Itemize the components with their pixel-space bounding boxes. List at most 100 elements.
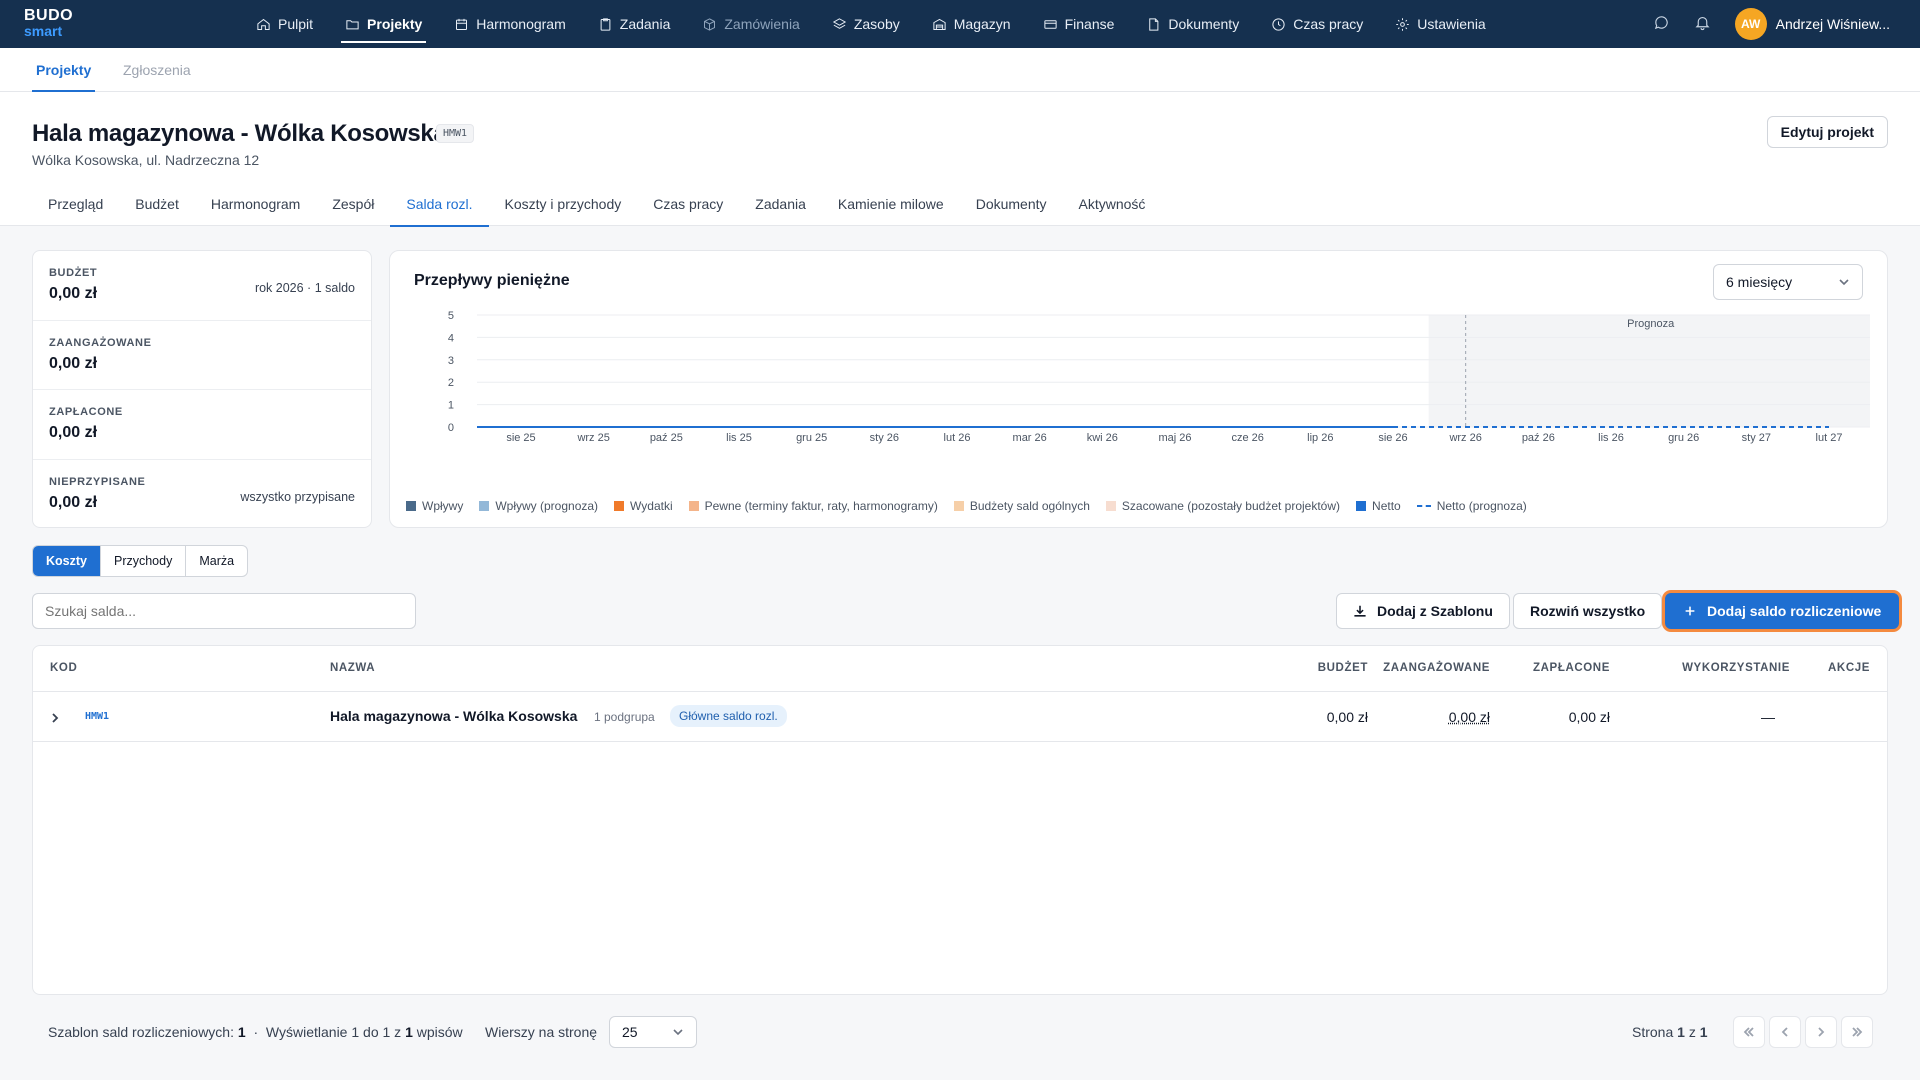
legend-item[interactable]: Budżety sald ogólnych xyxy=(953,499,1090,513)
type-tab[interactable]: Koszty xyxy=(33,546,101,576)
legend-item[interactable]: Netto (prognoza) xyxy=(1416,499,1527,513)
app-logo[interactable]: BUDO smart xyxy=(24,8,84,40)
nav-item-clock[interactable]: Czas pracy xyxy=(1255,0,1379,48)
footer-summary: Szablon sald rozliczeniowych: 1 · Wyświe… xyxy=(48,1024,463,1040)
subtab-projekty[interactable]: Projekty xyxy=(31,48,96,92)
edit-project-button[interactable]: Edytuj projekt xyxy=(1766,116,1888,148)
legend-label: Wpływy xyxy=(422,499,464,513)
cashflow-chart-card: Przepływy pieniężne 6 miesięcy 0 1 2 3 4 5 Pro… xyxy=(389,250,1888,528)
legend-swatch xyxy=(688,501,699,511)
x-tick-label: kwi 26 xyxy=(1087,432,1118,444)
table-header: KOD NAZWA BUDŻET ZAANGAŻOWANE ZAPŁACONE … xyxy=(33,646,1887,692)
project-tab[interactable]: Zadania xyxy=(739,186,822,226)
chevrons-left-icon xyxy=(1743,1027,1754,1037)
bell-icon[interactable] xyxy=(1694,14,1711,34)
expand-row-button[interactable] xyxy=(49,711,61,723)
next-page-button[interactable] xyxy=(1805,1016,1837,1048)
x-tick-label: mar 26 xyxy=(1013,432,1047,444)
prev-page-button[interactable] xyxy=(1769,1016,1801,1048)
project-tab[interactable]: Koszty i przychody xyxy=(489,186,638,226)
col-committed[interactable]: ZAANGAŻOWANE xyxy=(1383,662,1490,674)
col-name[interactable]: NAZWA xyxy=(330,662,375,674)
last-page-button[interactable] xyxy=(1841,1016,1873,1048)
subtab-zgloszenia[interactable]: Zgłoszenia xyxy=(123,48,191,92)
page-total: 1 xyxy=(1699,1024,1708,1040)
layers-icon xyxy=(832,17,846,29)
add-from-template-label: Dodaj z Szablonu xyxy=(1377,603,1493,619)
legend-swatch xyxy=(1416,505,1431,507)
user-menu[interactable]: AW Andrzej Wiśniew... xyxy=(1734,8,1890,40)
nav-item-label: Dokumenty xyxy=(1168,16,1240,32)
summary-label: BUDŻET xyxy=(49,267,98,279)
project-tab[interactable]: Kamienie milowe xyxy=(822,186,960,226)
x-tick-label: gru 26 xyxy=(1668,432,1699,444)
row-code[interactable]: HMW1 xyxy=(85,711,109,722)
row-committed[interactable]: 0,00 zł xyxy=(1449,709,1490,725)
chart-legend: Wpływy Wpływy (prognoza) Wydatki Pewne (ter… xyxy=(406,499,1527,513)
summary-value: 0,00 zł xyxy=(49,285,98,302)
table-row[interactable]: HMW1 Hala magazynowa - Wólka Kosowska 1 … xyxy=(33,692,1887,742)
x-tick-label: maj 26 xyxy=(1158,432,1191,444)
add-balance-label: Dodaj saldo rozliczeniowe xyxy=(1707,603,1882,619)
nav-item-warehouse[interactable]: Magazyn xyxy=(916,0,1027,48)
col-budget[interactable]: BUDŻET xyxy=(1318,662,1368,674)
x-tick-label: sty 26 xyxy=(870,432,899,444)
legend-item[interactable]: Wydatki xyxy=(614,499,673,513)
col-actions: AKCJE xyxy=(1828,662,1870,674)
col-usage[interactable]: WYKORZYSTANIE xyxy=(1682,662,1790,674)
type-tab[interactable]: Marża xyxy=(186,546,247,576)
legend-item[interactable]: Wpływy xyxy=(406,499,463,513)
legend-item[interactable]: Szacowane (pozostały budżet projektów) xyxy=(1105,499,1340,513)
project-tab[interactable]: Salda rozl. xyxy=(390,186,489,227)
legend-item[interactable]: Pewne (terminy faktur, raty, harmonogram… xyxy=(688,499,938,513)
add-balance-button[interactable]: Dodaj saldo rozliczeniowe xyxy=(1665,593,1900,629)
chevron-down-icon xyxy=(1839,279,1849,286)
nav-item-card[interactable]: Finanse xyxy=(1027,0,1131,48)
project-tab[interactable]: Harmonogram xyxy=(195,186,316,226)
x-tick-label: gru 25 xyxy=(796,432,827,444)
project-tab[interactable]: Przegląd xyxy=(32,186,119,226)
project-tab[interactable]: Aktywność xyxy=(1063,186,1162,226)
project-tab[interactable]: Czas pracy xyxy=(637,186,739,226)
showing-text: Wyświetlanie 1 do 1 z xyxy=(265,1024,402,1040)
templates-count: 1 xyxy=(237,1024,246,1040)
legend-item[interactable]: Wpływy (prognoza) xyxy=(479,499,598,513)
legend-item[interactable]: Netto xyxy=(1356,499,1401,513)
showing-total: 1 xyxy=(405,1024,413,1040)
chart-title: Przepływy pieniężne xyxy=(414,272,570,289)
nav-item-document[interactable]: Dokumenty xyxy=(1130,0,1255,48)
project-tab[interactable]: Zespół xyxy=(316,186,390,226)
nav-item-box[interactable]: Zamówienia xyxy=(686,0,815,48)
legend-swatch xyxy=(479,501,490,511)
nav-item-home[interactable]: Pulpit xyxy=(240,0,329,48)
nav-item-gear[interactable]: Ustawienia xyxy=(1379,0,1501,48)
chat-icon[interactable] xyxy=(1653,14,1670,34)
nav-item-clipboard[interactable]: Zadania xyxy=(582,0,687,48)
cashflow-chart: 0 1 2 3 4 5 Prognoza sie 25 wrz 25 paź 25 lis 25 gr… xyxy=(448,310,1870,444)
x-tick-label: lut 26 xyxy=(944,432,971,444)
summary-row: NIEPRZYPISANE 0,00 zł wszystko przypisane xyxy=(33,460,371,528)
add-from-template-button[interactable]: Dodaj z Szablonu xyxy=(1336,593,1510,629)
nav-item-calendar[interactable]: Harmonogram xyxy=(438,0,581,48)
card-icon xyxy=(1043,19,1057,29)
type-tab[interactable]: Przychody xyxy=(101,546,187,576)
nav-item-label: Projekty xyxy=(367,16,423,32)
x-tick-label: cze 26 xyxy=(1231,432,1263,444)
page-text: Strona xyxy=(1632,1024,1674,1040)
templates-text: Szablon sald rozliczeniowych: xyxy=(48,1024,234,1040)
search-input[interactable] xyxy=(32,593,416,629)
warehouse-icon xyxy=(933,18,946,30)
nav-item-layers[interactable]: Zasoby xyxy=(816,0,916,48)
col-paid[interactable]: ZAPŁACONE xyxy=(1533,662,1610,674)
first-page-button[interactable] xyxy=(1733,1016,1765,1048)
project-code-badge: HMW1 xyxy=(436,124,475,143)
nav-item-folder[interactable]: Projekty xyxy=(329,0,438,48)
forecast-label: Prognoza xyxy=(1627,318,1675,330)
rows-per-page-select[interactable]: 25 xyxy=(609,1016,697,1048)
y-tick-label: 4 xyxy=(448,332,454,344)
project-tab[interactable]: Budżet xyxy=(119,186,195,226)
project-tab[interactable]: Dokumenty xyxy=(960,186,1063,226)
col-code[interactable]: KOD xyxy=(50,662,77,674)
range-select[interactable]: 6 miesięcy xyxy=(1713,264,1863,300)
expand-all-button[interactable]: Rozwiń wszystko xyxy=(1513,593,1663,629)
